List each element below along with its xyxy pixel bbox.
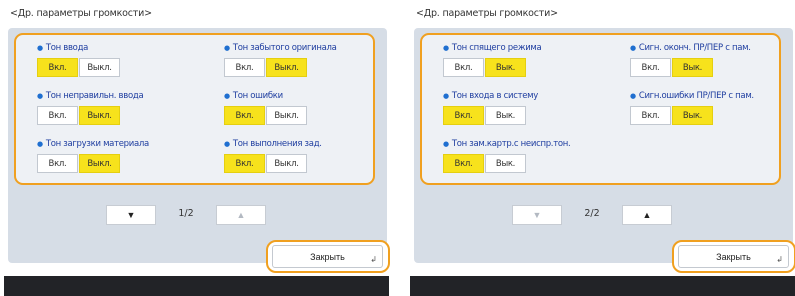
on-button[interactable]: Вкл. — [224, 58, 265, 77]
page-up-button[interactable]: ▲ — [622, 205, 672, 225]
setting-label: ● Тон забытого оригинала — [224, 43, 337, 53]
setting-label: ● Тон входа в систему — [443, 91, 538, 101]
setting-label-text: Тон забытого оригинала — [232, 43, 337, 53]
off-button[interactable]: Выкл. — [266, 58, 307, 77]
settings-group: ● Тон ввода Вкл. Выкл. ● Тон забытого ориг… — [14, 33, 375, 185]
setting-label-text: Тон выполнения зад. — [232, 139, 322, 149]
bullet-icon: ● — [224, 140, 230, 148]
close-button-focus-ring: Закрыть ↲ — [672, 240, 795, 273]
off-button[interactable]: Выкл. — [79, 106, 120, 125]
setting-label-text: Тон входа в систему — [451, 91, 538, 101]
triangle-up-icon: ▲ — [642, 210, 652, 220]
triangle-up-icon: ▲ — [236, 210, 246, 220]
setting-label-text: Сигн. оконч. ПР/ПЕР с пам. — [638, 43, 751, 53]
off-button[interactable]: Вык. — [485, 58, 526, 77]
setting-label-text: Тон зам.картр.с неиспр.тон. — [451, 139, 571, 149]
on-button[interactable]: Вкл. — [443, 154, 484, 173]
setting-label: ● Тон зам.картр.с неиспр.тон. — [443, 139, 571, 149]
on-button[interactable]: Вкл. — [37, 154, 78, 173]
page-indicator: 2/2 — [584, 208, 600, 219]
off-button[interactable]: Вык. — [485, 106, 526, 125]
setting-label-text: Тон ошибки — [232, 91, 283, 101]
setting-label: ● Тон спящего режима — [443, 43, 542, 53]
off-button[interactable]: Выкл. — [266, 106, 307, 125]
settings-screen-page-2: <Др. параметры громкости> ● Тон спящего р… — [410, 0, 795, 296]
setting-label: ● Тон выполнения зад. — [224, 139, 322, 149]
footer-bar — [410, 276, 795, 296]
enter-icon: ↲ — [776, 255, 783, 264]
setting-label-text: Тон неправильн. ввода — [45, 91, 144, 101]
on-button[interactable]: Вкл. — [224, 106, 265, 125]
on-button[interactable]: Вкл. — [37, 58, 78, 77]
close-button-label: Закрыть — [310, 251, 345, 262]
off-button[interactable]: Вык. — [672, 58, 713, 77]
triangle-down-icon: ▼ — [532, 210, 542, 220]
close-button-focus-ring: Закрыть ↲ — [266, 240, 390, 273]
setting-label: ● Сигн.ошибки ПР/ПЕР с пам. — [630, 91, 754, 101]
footer-bar — [4, 276, 389, 296]
on-button[interactable]: Вкл. — [443, 106, 484, 125]
bullet-icon: ● — [224, 44, 230, 52]
bullet-icon: ● — [630, 92, 636, 100]
setting-label-text: Тон загрузки материала — [45, 139, 149, 149]
bullet-icon: ● — [37, 44, 43, 52]
bullet-icon: ● — [443, 44, 449, 52]
settings-group: ● Тон спящего режима Вкл. Вык. ● Сигн. око… — [420, 33, 781, 185]
bullet-icon: ● — [630, 44, 636, 52]
bullet-icon: ● — [443, 140, 449, 148]
settings-screen-page-1: <Др. параметры громкости> ● Тон ввода Вкл… — [4, 0, 390, 296]
bullet-icon: ● — [224, 92, 230, 100]
off-button[interactable]: Выкл. — [266, 154, 307, 173]
off-button[interactable]: Вык. — [485, 154, 526, 173]
setting-label: ● Тон загрузки материала — [37, 139, 149, 149]
off-button[interactable]: Выкл. — [79, 58, 120, 77]
pager: ▼ 1/2 ▲ — [106, 205, 276, 225]
setting-label: ● Тон ввода — [37, 43, 88, 53]
on-button[interactable]: Вкл. — [224, 154, 265, 173]
close-button[interactable]: Закрыть ↲ — [678, 245, 789, 268]
setting-label: ● Тон ошибки — [224, 91, 283, 101]
on-button[interactable]: Вкл. — [630, 58, 671, 77]
off-button[interactable]: Выкл. — [79, 154, 120, 173]
bullet-icon: ● — [37, 92, 43, 100]
enter-icon: ↲ — [370, 255, 377, 264]
close-button[interactable]: Закрыть ↲ — [272, 245, 383, 268]
screen-title: <Др. параметры громкости> — [10, 8, 152, 19]
pager: ▼ 2/2 ▲ — [512, 205, 682, 225]
page-down-button[interactable]: ▼ — [106, 205, 156, 225]
on-button[interactable]: Вкл. — [630, 106, 671, 125]
bullet-icon: ● — [37, 140, 43, 148]
page-indicator: 1/2 — [178, 208, 194, 219]
page-down-button[interactable]: ▼ — [512, 205, 562, 225]
off-button[interactable]: Вык. — [672, 106, 713, 125]
setting-label-text: Сигн.ошибки ПР/ПЕР с пам. — [638, 91, 754, 101]
page-up-button[interactable]: ▲ — [216, 205, 266, 225]
bullet-icon: ● — [443, 92, 449, 100]
on-button[interactable]: Вкл. — [37, 106, 78, 125]
screen-title: <Др. параметры громкости> — [416, 8, 558, 19]
setting-label-text: Тон спящего режима — [451, 43, 542, 53]
close-button-label: Закрыть — [716, 251, 751, 262]
on-button[interactable]: Вкл. — [443, 58, 484, 77]
setting-label: ● Тон неправильн. ввода — [37, 91, 144, 101]
triangle-down-icon: ▼ — [126, 210, 136, 220]
setting-label: ● Сигн. оконч. ПР/ПЕР с пам. — [630, 43, 751, 53]
setting-label-text: Тон ввода — [45, 43, 89, 53]
